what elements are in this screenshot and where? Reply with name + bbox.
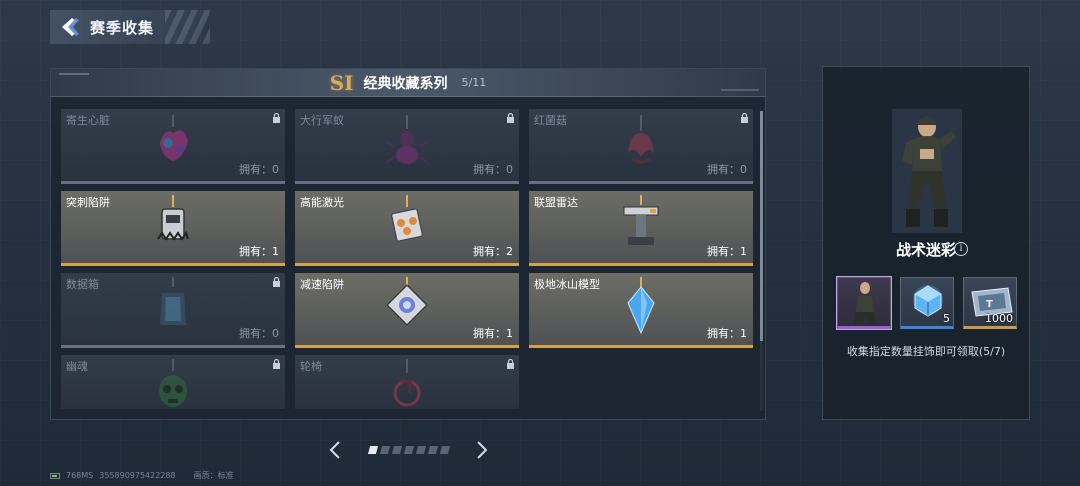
item-name: 轮椅 — [300, 360, 322, 373]
owned-count: 拥有：2 — [473, 245, 513, 258]
series-count: 5/11 — [461, 76, 487, 89]
scroll-thumb[interactable] — [760, 111, 763, 341]
collection-item-card[interactable]: 高能激光拥有：2 — [295, 191, 519, 266]
season-badge: SI — [329, 70, 354, 95]
item-name: 寄生心脏 — [66, 114, 110, 127]
page-dot[interactable] — [391, 446, 402, 454]
back-button[interactable] — [50, 10, 90, 44]
battery-icon — [50, 472, 60, 479]
owned-count: 拥有：1 — [239, 245, 279, 258]
lock-icon — [273, 113, 280, 123]
reward-qty: 5 — [943, 312, 950, 325]
chevron-left-icon — [329, 441, 340, 459]
reward-qty: 1000 — [985, 312, 1013, 325]
owned-count: 拥有：0 — [473, 163, 513, 176]
owned-count: 拥有：0 — [239, 327, 279, 340]
collection-item-card[interactable]: 大行军蚁拥有：0 — [295, 109, 519, 184]
army-ant-charm-icon — [385, 115, 429, 164]
reward-item-supply-box[interactable]: 5 — [900, 277, 954, 329]
collection-item-card[interactable]: 轮椅 — [295, 355, 519, 409]
soldier-portrait — [892, 109, 962, 233]
item-grid-viewport[interactable]: 寄生心脏 拥有：0 大行军蚁 拥有：0 红菌菇 拥有：0 突刺陷阱 拥有：1 高能激光 拥有：2 联… — [61, 109, 757, 409]
page-dot[interactable] — [367, 446, 378, 454]
spike-trap-charm-icon — [157, 195, 189, 241]
lock-icon — [741, 113, 748, 123]
data-box-charm-icon — [160, 277, 186, 325]
lock-icon — [273, 359, 280, 369]
collection-item-card[interactable]: 红菌菇拥有：0 — [529, 109, 753, 184]
info-icon[interactable]: i — [954, 242, 968, 256]
owned-count: 拥有：0 — [239, 163, 279, 176]
page-dot[interactable] — [415, 446, 426, 454]
item-name: 突刺陷阱 — [66, 196, 110, 209]
collection-item-card[interactable]: 寄生心脏拥有：0 — [61, 109, 285, 184]
quality-setting: 画质：标准 — [193, 471, 234, 480]
ghost-skull-charm-icon — [159, 359, 187, 407]
owned-count: 拥有：0 — [707, 163, 747, 176]
item-name: 高能激光 — [300, 196, 344, 209]
reward-item-outfit[interactable] — [836, 276, 892, 330]
header-decoration — [165, 10, 210, 44]
collection-item-card[interactable]: 联盟雷达拥有：1 — [529, 191, 753, 266]
scrollbar[interactable] — [760, 111, 763, 411]
reward-items: 5 T 1000 — [836, 276, 1017, 330]
owned-count: 拥有：1 — [707, 327, 747, 340]
radar-charm-icon — [623, 195, 659, 245]
chevron-right-icon — [477, 441, 488, 459]
item-name: 联盟雷达 — [534, 196, 578, 209]
lock-icon — [507, 113, 514, 123]
item-name: 幽魂 — [66, 360, 88, 373]
item-name: 减速陷阱 — [300, 278, 344, 291]
pagination — [326, 438, 491, 462]
series-title: 经典收藏系列 — [363, 75, 448, 92]
reward-description: 收集指定数量挂饰即可领取(5/7) — [846, 345, 1006, 358]
ping-value: 768MS — [66, 471, 94, 480]
collection-item-card[interactable]: 减速陷阱拥有：1 — [295, 273, 519, 348]
owned-count: 拥有：1 — [707, 245, 747, 258]
svg-text:T: T — [986, 299, 993, 310]
collection-item-card[interactable]: 数据箱拥有：0 — [61, 273, 285, 348]
slow-trap-charm-icon — [386, 277, 428, 326]
owned-count: 拥有：1 — [473, 327, 513, 340]
series-header: SI 经典收藏系列 5/11 — [51, 69, 765, 97]
page-dots — [367, 446, 450, 454]
status-footer: 768MS 355890975422288 画质：标准 — [50, 470, 234, 481]
collection-panel: SI 经典收藏系列 5/11 寄生心脏 拥有：0 大行军蚁 拥有：0 红菌菇 拥有：0 突刺… — [50, 68, 766, 420]
header-deco — [721, 89, 759, 91]
back-arrow-icon — [62, 18, 79, 36]
page-dot[interactable] — [379, 446, 390, 454]
lock-icon — [507, 359, 514, 369]
page-dot[interactable] — [427, 446, 438, 454]
collection-item-card[interactable]: 幽魂 — [61, 355, 285, 409]
reward-panel: 战术迷彩 i 5 T 1000 收集指定数量挂饰即可领取(5/7) — [822, 66, 1030, 420]
ice-crystal-charm-icon — [627, 277, 655, 335]
page-dot[interactable] — [439, 446, 450, 454]
parasite-heart-charm-icon — [160, 115, 188, 161]
reward-title: 战术迷彩 — [895, 241, 956, 259]
page-dot[interactable] — [403, 446, 414, 454]
player-id: 355890975422288 — [99, 471, 176, 480]
lock-icon — [273, 277, 280, 287]
item-name: 红菌菇 — [534, 114, 567, 127]
collection-item-card[interactable]: 突刺陷阱拥有：1 — [61, 191, 285, 266]
next-page-button[interactable] — [473, 438, 491, 462]
item-grid: 寄生心脏 拥有：0 大行军蚁 拥有：0 红菌菇 拥有：0 突刺陷阱 拥有：1 高能激光 拥有：2 联… — [61, 109, 757, 409]
reward-item-currency[interactable]: T 1000 — [963, 277, 1017, 329]
header-deco — [59, 73, 89, 75]
red-mushroom-charm-icon — [628, 115, 654, 164]
wheelchair-charm-icon — [393, 359, 421, 407]
item-name: 极地冰山模型 — [534, 278, 600, 291]
item-name: 大行军蚁 — [300, 114, 344, 127]
soldier-outfit-icon — [854, 282, 876, 324]
collection-item-card[interactable]: 极地冰山模型拥有：1 — [529, 273, 753, 348]
page-title: 赛季收集 — [90, 18, 155, 37]
item-name: 数据箱 — [66, 278, 99, 291]
laser-charm-icon — [391, 195, 423, 242]
prev-page-button[interactable] — [326, 438, 344, 462]
